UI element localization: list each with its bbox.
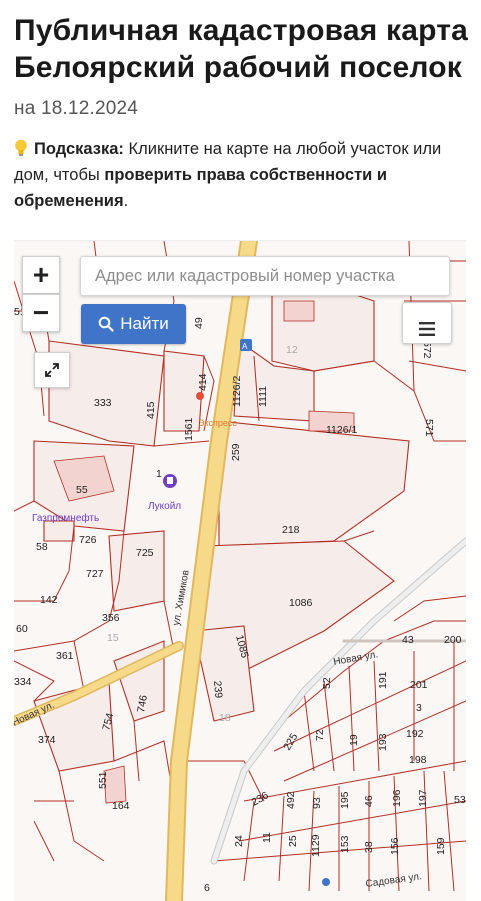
address-search[interactable] — [80, 256, 450, 296]
parcel-label: 72 — [314, 729, 326, 741]
page-date-value: 18.12.2024 — [40, 98, 139, 119]
parcel-label: 571 — [423, 419, 435, 437]
parcel-label: 18 — [219, 712, 231, 724]
parcel-label: 193 — [377, 733, 389, 751]
parcel-label: 197 — [417, 789, 429, 807]
parcel-label: 201 — [410, 679, 428, 691]
zoom-out-button[interactable]: − — [22, 294, 60, 332]
parcel-label: 259 — [230, 443, 242, 461]
parcel-label: 1126/2 — [231, 376, 243, 407]
zoom-out-label: − — [32, 297, 50, 328]
hint-block: Подсказка: Кликните на карте на любой уч… — [14, 136, 474, 214]
parcel-label: 43 — [402, 634, 414, 646]
parcel-label: 1 — [156, 468, 162, 480]
parcel-label: 374 — [38, 734, 56, 746]
parcel-label: 356 — [102, 612, 120, 624]
search-icon — [98, 316, 114, 332]
parcel-label: 11 — [261, 832, 273, 843]
parcel-label: 153 — [339, 835, 351, 853]
parcel-label: 60 — [16, 623, 28, 635]
parcel-label: 1129 — [310, 834, 322, 857]
parcel-label: 1126/1 — [326, 424, 357, 436]
parcel-label: 55 — [76, 484, 88, 496]
parcel-label: 24 — [233, 835, 245, 847]
find-button[interactable]: Найти — [81, 304, 186, 344]
parcel-label: 333 — [94, 397, 112, 409]
parcel-label: 198 — [409, 754, 427, 766]
lightbulb-icon — [14, 139, 28, 157]
parcel-label: 551 — [97, 771, 109, 789]
parcel-label: 218 — [282, 524, 300, 536]
poi-label: Лукойл — [148, 501, 181, 512]
parcel-label: 3 — [416, 702, 422, 714]
parcel-label: 200 — [444, 634, 462, 646]
parcel-label: 53 — [454, 794, 466, 806]
parcel-label: 415 — [145, 401, 157, 419]
parcel-label: 334 — [14, 676, 32, 688]
expand-icon — [45, 363, 59, 377]
zoom-in-button[interactable]: + — [22, 256, 60, 294]
parcel-label: 492 — [285, 791, 297, 809]
parcel-label: 225 — [281, 731, 300, 752]
parcel-label: 6 — [204, 882, 210, 894]
hint-label: Подсказка: — [34, 140, 124, 158]
bus-stop-icon: A — [240, 339, 252, 351]
parcel-label: 15 — [107, 632, 119, 644]
menu-icon — [419, 316, 435, 336]
parcel-label: 52 — [321, 677, 333, 689]
parcel-label: 725 — [136, 547, 154, 559]
svg-text:A: A — [242, 342, 248, 351]
parcel-label: 236 — [250, 789, 271, 808]
parcel-label: 142 — [40, 594, 58, 606]
page-date-prefix: на — [14, 98, 36, 119]
map-point-icon — [322, 878, 330, 886]
parcel-label: 58 — [36, 541, 48, 553]
hint-text-end: . — [123, 192, 129, 210]
parcel-label: 239 — [211, 680, 224, 699]
parcel-label: 12 — [286, 344, 298, 356]
parcel-label: 196 — [391, 789, 403, 807]
parcel-label: 1086 — [289, 597, 313, 609]
page-date: на 18.12.2024 — [14, 98, 138, 119]
parcel-label: 192 — [406, 728, 424, 740]
menu-button[interactable] — [402, 302, 452, 344]
zoom-in-label: + — [32, 259, 50, 290]
poi-lukoil[interactable]: Лукойл — [148, 474, 181, 512]
parcel-label: 191 — [377, 671, 389, 689]
poi-label: Газпромнефть — [32, 512, 99, 524]
parcel-label: 156 — [389, 837, 401, 855]
parcel-label: 1561 — [183, 417, 195, 441]
expand-button[interactable] — [34, 352, 70, 388]
parcel-label: 361 — [56, 650, 74, 662]
search-input[interactable] — [93, 265, 437, 287]
parcel-label: 1111 — [257, 386, 269, 407]
parcel-label: 159 — [435, 837, 447, 855]
poi-label: Экспресс — [198, 418, 237, 428]
page-title-text: Публичная кадастровая карта Белоярский р… — [14, 14, 469, 84]
parcel-label: 19 — [348, 734, 360, 746]
page-title: Публичная кадастровая карта Белоярский р… — [14, 12, 474, 127]
find-button-label: Найти — [120, 314, 169, 333]
parcel-label: 38 — [363, 841, 375, 853]
parcel-label: 195 — [339, 791, 351, 809]
parcel-label: 727 — [86, 568, 104, 580]
parcel-label: 49 — [193, 317, 205, 329]
parcel-label: 46 — [363, 795, 375, 807]
parcel-label: 164 — [112, 800, 130, 812]
parcel-label: 93 — [311, 797, 323, 809]
street-label: Садовая ул. — [365, 871, 423, 890]
parcel-label: 25 — [287, 835, 299, 847]
parcel-label: 726 — [79, 534, 97, 546]
parcel-label: 414 — [197, 373, 209, 391]
